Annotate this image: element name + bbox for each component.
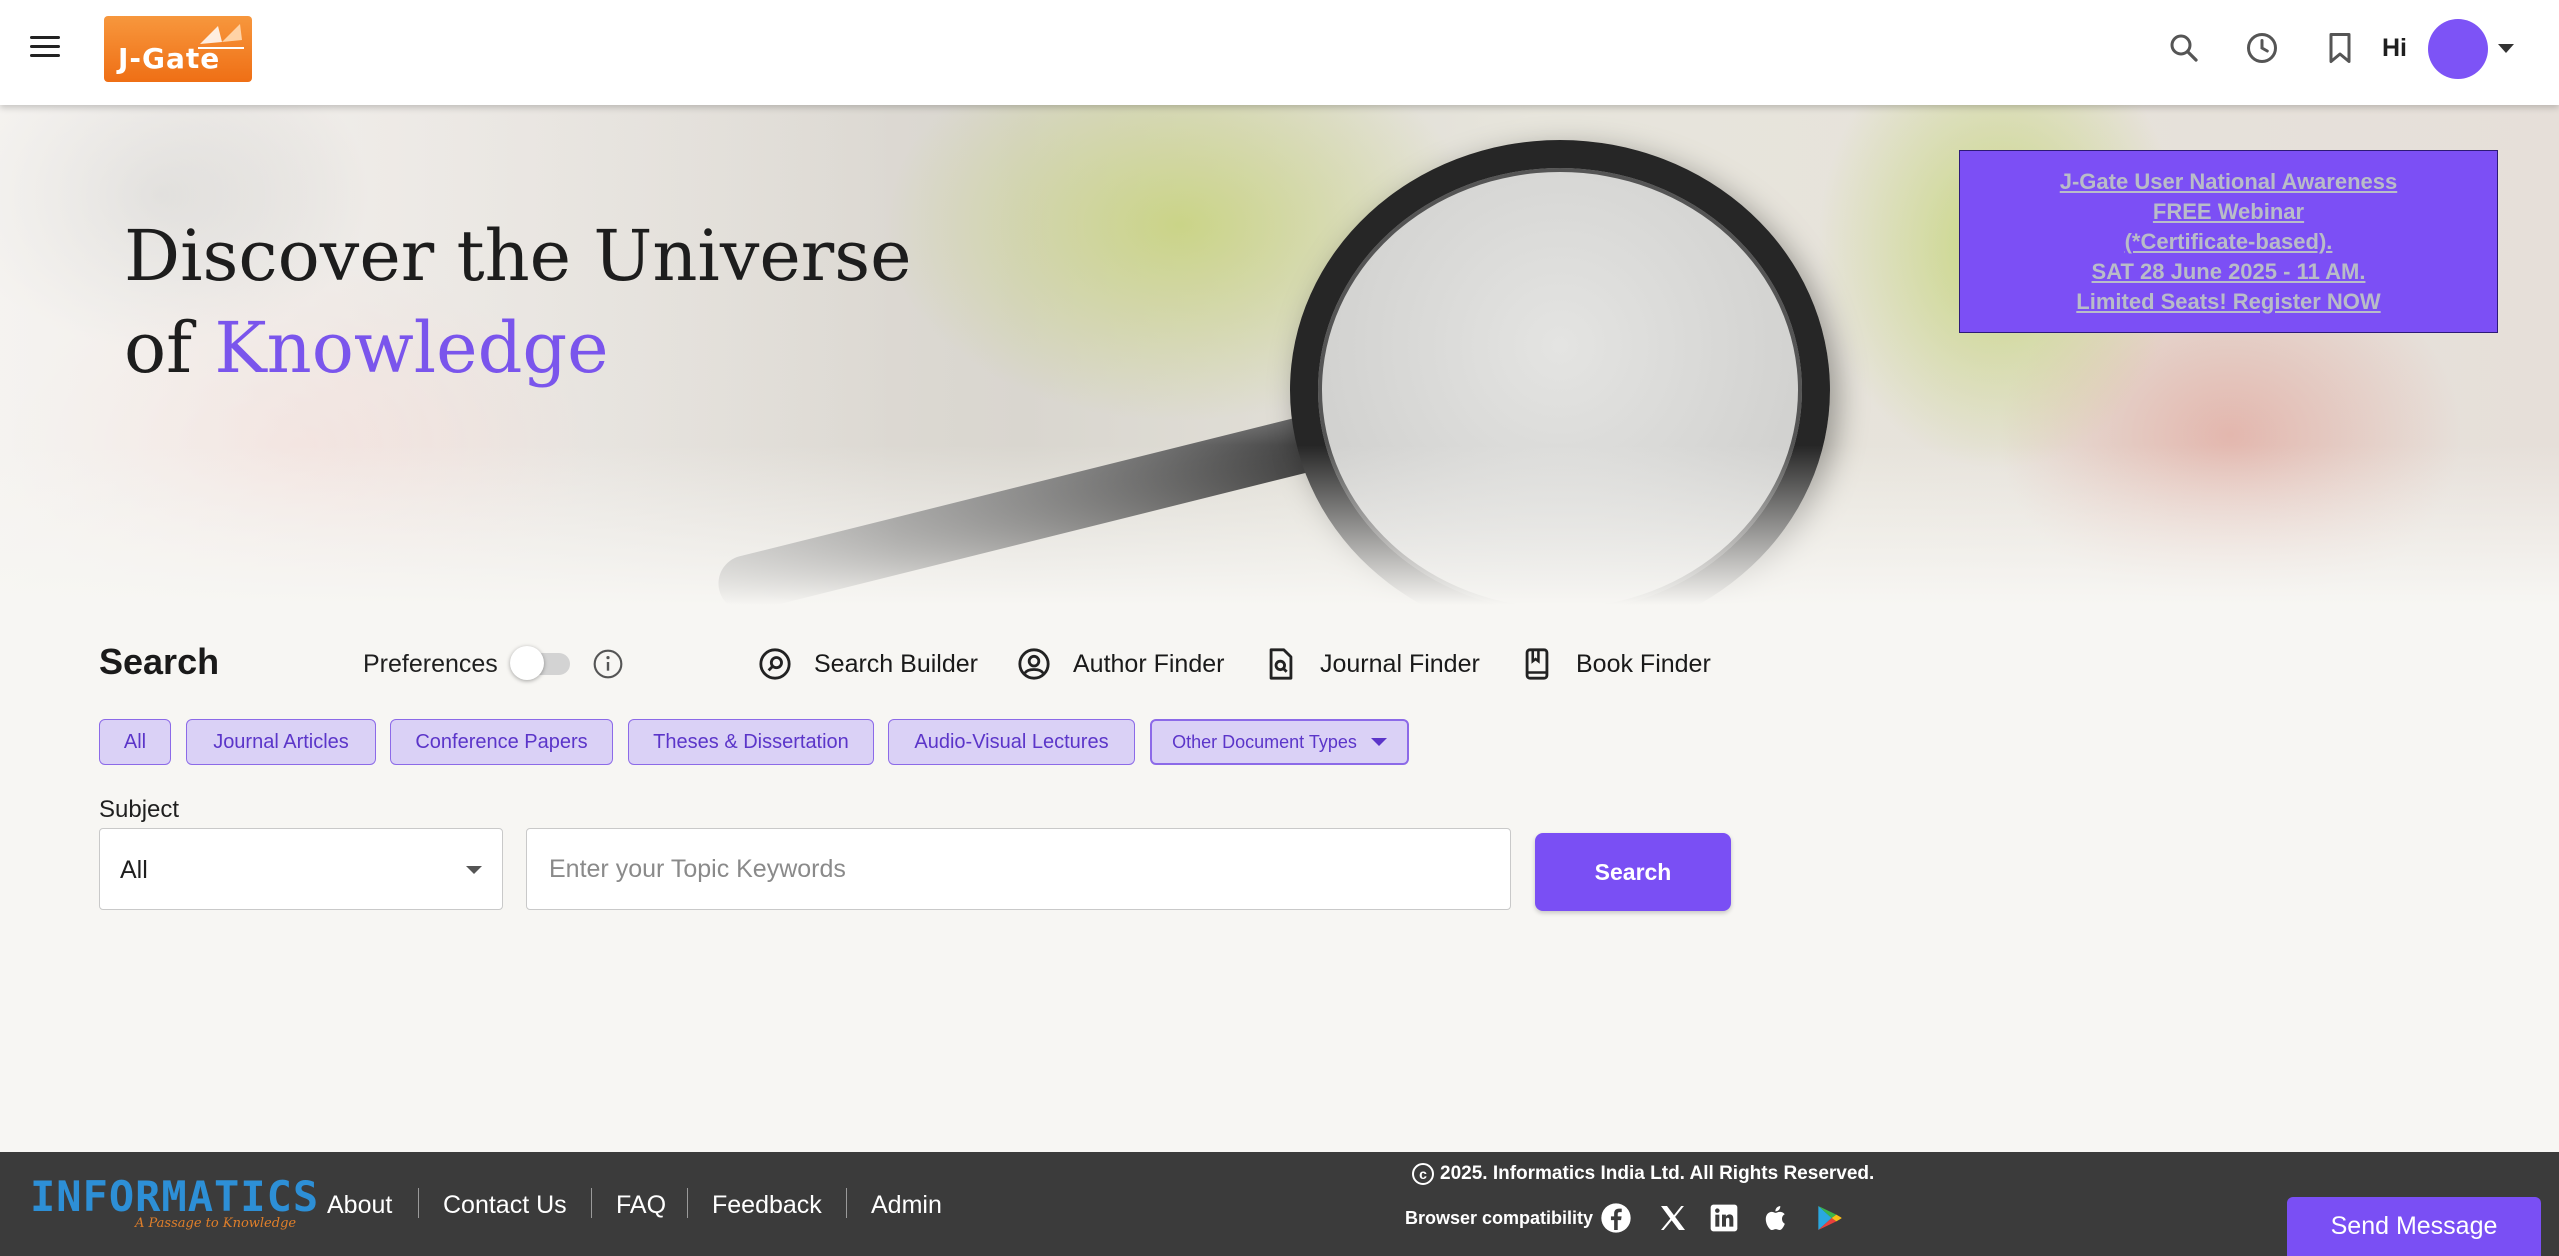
hero-title: Discover the Universe of Knowledge <box>124 210 912 394</box>
j-gate-logo[interactable]: J-Gate <box>104 16 252 82</box>
hero-title-line1: Discover the Universe <box>124 215 912 297</box>
footer-link-contact[interactable]: Contact Us <box>443 1191 567 1220</box>
chevron-down-icon <box>466 866 482 874</box>
linkedin-icon[interactable] <box>1708 1202 1740 1234</box>
bookmark-icon[interactable] <box>2322 30 2358 66</box>
book-finder-label: Book Finder <box>1576 649 1711 678</box>
author-icon <box>1018 648 1050 680</box>
search-heading: Search <box>99 641 220 682</box>
footer-link-faq[interactable]: FAQ <box>616 1191 666 1220</box>
subject-value: All <box>120 856 148 884</box>
other-doc-types-label: Other Document Types <box>1172 731 1357 752</box>
webinar-banner[interactable]: J-Gate User National Awareness FREE Webi… <box>1959 150 2498 333</box>
webinar-link-line4[interactable]: SAT 28 June 2025 - 11 AM. <box>2092 257 2366 287</box>
hero-title-accent: Knowledge <box>214 307 609 389</box>
informatics-tagline: A Passage to Knowledge <box>135 1216 297 1231</box>
book-icon <box>1525 648 1549 680</box>
hero-title-line2: of Knowledge <box>124 307 609 389</box>
webinar-link-line3[interactable]: (*Certificate-based). <box>2125 227 2333 257</box>
author-finder-link[interactable]: Author Finder <box>1017 646 1224 682</box>
subject-select[interactable]: All <box>99 828 503 910</box>
webinar-link-line1[interactable]: J-Gate User National Awareness <box>2060 167 2397 197</box>
history-icon[interactable] <box>2244 30 2280 66</box>
top-header: J-Gate Hi <box>0 0 2559 105</box>
author-finder-label: Author Finder <box>1073 649 1225 678</box>
facebook-icon[interactable] <box>1600 1202 1632 1234</box>
avatar[interactable] <box>2428 19 2488 79</box>
browser-compat-label: Browser compatibility <box>1405 1208 1594 1228</box>
webinar-link-line2[interactable]: FREE Webinar <box>2153 197 2304 227</box>
copyright-text: c 2025. Informatics India Ltd. All Rights… <box>1412 1163 1874 1185</box>
subject-label: Subject <box>99 796 180 823</box>
copyright-icon: c <box>1412 1163 1434 1185</box>
chevron-down-icon[interactable] <box>2498 44 2514 53</box>
doc-type-theses[interactable]: Theses & Dissertation <box>628 719 874 765</box>
informatics-logo[interactable]: INFORMATICS A Passage to Knowledge <box>30 1172 318 1232</box>
search-builder-link[interactable]: Search Builder <box>758 646 978 682</box>
webinar-link-line5[interactable]: Limited Seats! Register NOW <box>2076 287 2380 317</box>
doc-type-audio-visual[interactable]: Audio-Visual Lectures <box>888 719 1135 765</box>
preferences-toggle[interactable] <box>510 645 570 681</box>
chevron-down-icon <box>1370 738 1387 746</box>
other-doc-types-dropdown[interactable]: Other Document Types <box>1150 719 1409 765</box>
doc-type-journal-articles[interactable]: Journal Articles <box>186 719 376 765</box>
book-finder-link[interactable]: Book Finder <box>1520 646 1711 682</box>
doc-type-conference-papers[interactable]: Conference Papers <box>390 719 613 765</box>
google-play-icon[interactable] <box>1813 1202 1845 1234</box>
footer-link-admin[interactable]: Admin <box>871 1191 942 1220</box>
journal-finder-label: Journal Finder <box>1320 649 1480 678</box>
info-icon[interactable] <box>592 648 624 680</box>
footer-link-feedback[interactable]: Feedback <box>712 1191 822 1220</box>
send-message-button[interactable]: Send Message <box>2287 1197 2541 1256</box>
footer-link-about[interactable]: About <box>327 1191 392 1220</box>
menu-icon[interactable] <box>30 36 60 60</box>
search-icon[interactable] <box>2166 30 2202 66</box>
search-button[interactable]: Search <box>1535 833 1731 911</box>
journal-search-icon <box>1269 648 1293 680</box>
search-builder-icon <box>759 648 791 680</box>
x-icon[interactable] <box>1657 1202 1689 1234</box>
preferences-label: Preferences <box>363 650 498 678</box>
informatics-brand: INFORMATICS <box>30 1172 320 1221</box>
logo-text: J-Gate <box>118 42 221 75</box>
topic-keywords-input[interactable] <box>526 828 1511 910</box>
journal-finder-link[interactable]: Journal Finder <box>1264 646 1480 682</box>
search-builder-label: Search Builder <box>814 649 978 678</box>
apple-icon[interactable] <box>1760 1202 1792 1234</box>
greeting-text: Hi <box>2382 34 2407 62</box>
doc-type-all[interactable]: All <box>99 719 171 765</box>
